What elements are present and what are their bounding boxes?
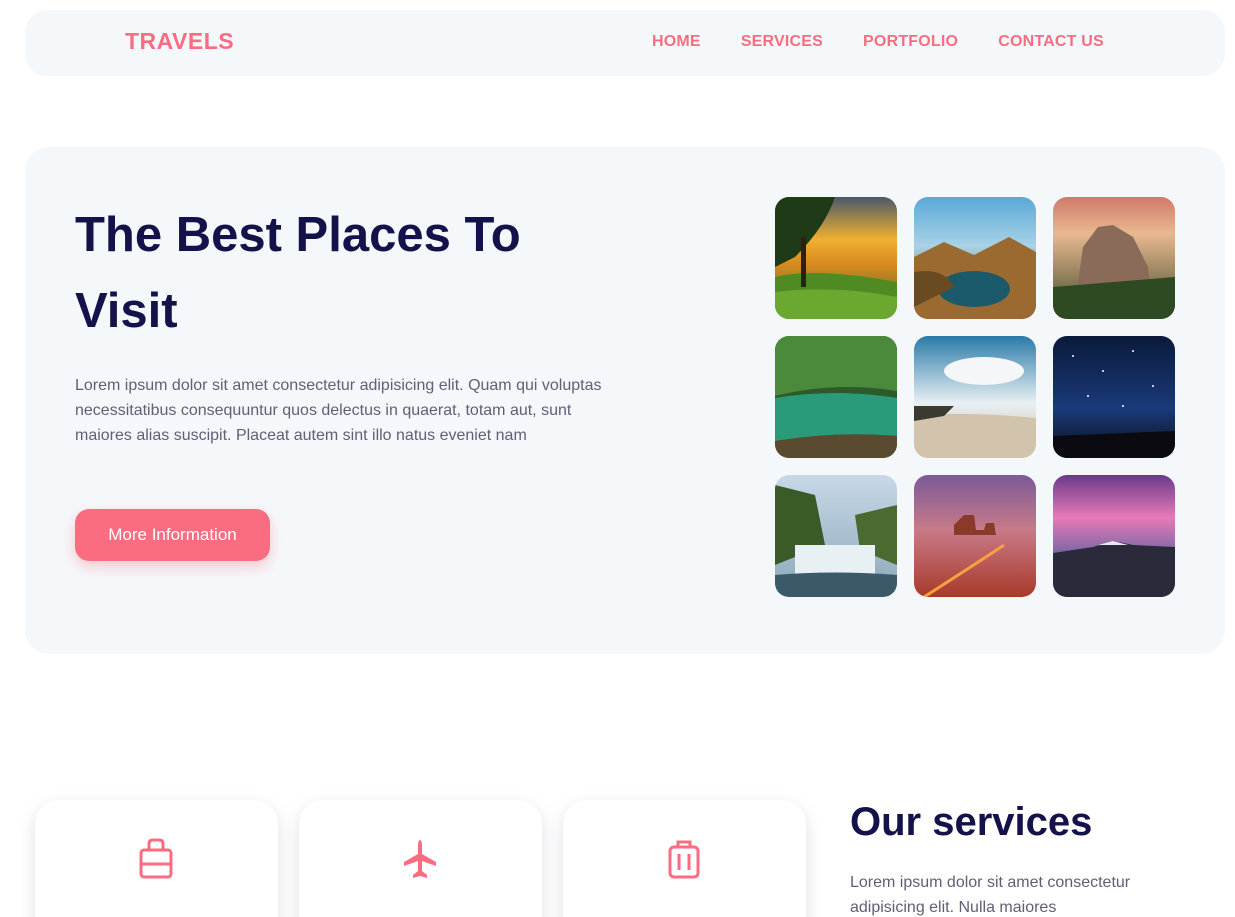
main-nav: HOME SERVICES PORTFOLIO CONTACT US xyxy=(652,33,1104,51)
purple-mountain-sky-photo[interactable] xyxy=(1053,475,1175,597)
services-description: Lorem ipsum dolor sit amet consectetur a… xyxy=(850,874,1131,916)
nav-link-services[interactable]: SERVICES xyxy=(741,33,823,51)
hero-description: Lorem ipsum dolor sit amet consectetur a… xyxy=(75,377,602,444)
nav-link-portfolio[interactable]: PORTFOLIO xyxy=(863,33,958,51)
green-river-forest-photo[interactable] xyxy=(775,336,897,458)
waterfall-photo[interactable] xyxy=(775,475,897,597)
tropical-beach-photo[interactable] xyxy=(914,336,1036,458)
service-card-luggage[interactable] xyxy=(563,800,806,917)
nav-link-contact-us[interactable]: CONTACT US xyxy=(998,33,1104,51)
brand-logo[interactable]: TRAVELS xyxy=(125,28,234,55)
service-card-shopping[interactable] xyxy=(35,800,278,917)
nav-link-home[interactable]: HOME xyxy=(652,33,701,51)
starry-night-sky-photo[interactable] xyxy=(1053,336,1175,458)
rock-canyon-sunset-photo[interactable] xyxy=(1053,197,1175,319)
airplane-icon xyxy=(404,840,436,878)
red-desert-road-photo[interactable] xyxy=(914,475,1036,597)
shopping-bag-icon xyxy=(139,838,173,879)
destination-gallery xyxy=(775,197,1175,597)
hero-title: The Best Places To Visit xyxy=(75,208,521,338)
island-lagoon-photo[interactable] xyxy=(914,197,1036,319)
service-card-flights[interactable] xyxy=(299,800,542,917)
hero-section: The Best Places To Visit Lorem ipsum dol… xyxy=(25,147,1225,654)
luggage-icon xyxy=(668,840,700,879)
top-navbar: TRAVELS HOME SERVICES PORTFOLIO CONTACT … xyxy=(25,10,1225,76)
more-information-button[interactable]: More Information xyxy=(75,509,270,561)
services-title: Our services xyxy=(850,800,1093,844)
forest-sunset-photo[interactable] xyxy=(775,197,897,319)
